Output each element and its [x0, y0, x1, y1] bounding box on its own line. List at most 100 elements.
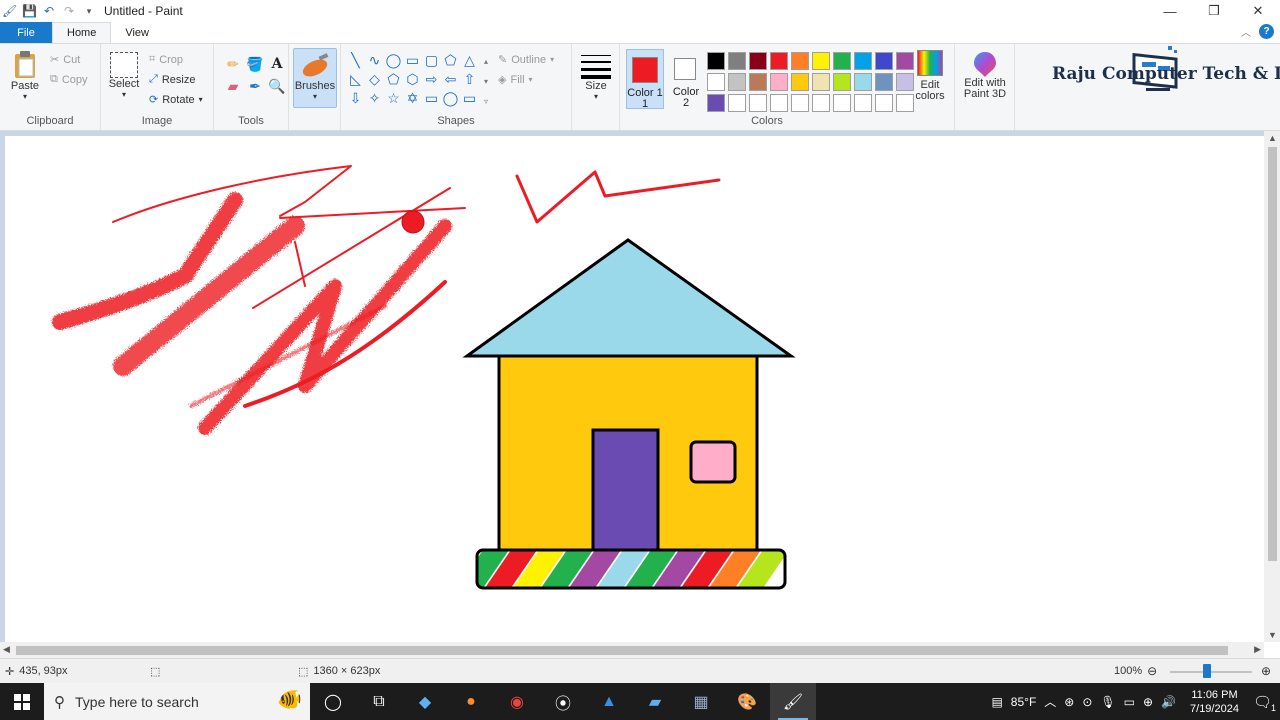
pencil-icon[interactable]: ✏	[222, 56, 244, 78]
shape-item[interactable]: ⇦	[441, 70, 460, 89]
resize-button[interactable]: ⤢ Resize	[149, 73, 195, 86]
chrome-icon[interactable]: ◉	[494, 683, 540, 720]
palette-swatch[interactable]	[812, 52, 830, 70]
redo-icon[interactable]: ↷	[62, 4, 76, 18]
palette-swatch[interactable]	[875, 94, 893, 112]
palette-swatch[interactable]	[770, 52, 788, 70]
notifications-icon[interactable]: 🗨 1	[1253, 693, 1276, 713]
palette-swatch[interactable]	[707, 73, 725, 91]
text-icon[interactable]: A	[266, 56, 288, 78]
shape-item[interactable]: ◇	[365, 70, 384, 89]
palette-swatch[interactable]	[791, 94, 809, 112]
weather-icon[interactable]: ▤	[991, 695, 1002, 709]
fill-button[interactable]: ◈ Fill ▾	[498, 73, 533, 87]
tab-home[interactable]: Home	[52, 22, 112, 43]
palette-swatch[interactable]	[728, 52, 746, 70]
customize-quick-access-icon[interactable]: ▾	[82, 4, 96, 18]
zoom-in-button[interactable]: ⊕	[1261, 664, 1271, 678]
shape-item[interactable]: ⇨	[422, 70, 441, 89]
palette-swatch[interactable]	[812, 94, 830, 112]
help-icon[interactable]: ?	[1259, 24, 1274, 39]
shape-item[interactable]: ▭	[460, 89, 479, 108]
start-button[interactable]	[0, 683, 44, 720]
task-view-icon[interactable]: ⧉	[356, 683, 402, 720]
palette-swatch[interactable]	[854, 52, 872, 70]
palette-swatch[interactable]	[749, 73, 767, 91]
palette-swatch[interactable]	[833, 73, 851, 91]
firefox-icon[interactable]: ●	[448, 683, 494, 720]
undo-icon[interactable]: ↶	[42, 4, 56, 18]
shape-item[interactable]: ▭	[403, 51, 422, 70]
drawing-canvas[interactable]	[5, 136, 1264, 642]
palette-swatch[interactable]	[749, 52, 767, 70]
show-hidden-icons[interactable]: ︿	[1044, 693, 1056, 710]
palette-swatch[interactable]	[833, 52, 851, 70]
palette-swatch[interactable]	[728, 73, 746, 91]
network-icon[interactable]: ⊕	[1143, 695, 1153, 709]
shape-item[interactable]: ╲	[346, 51, 365, 70]
shape-item[interactable]: ◯	[441, 89, 460, 108]
shape-item[interactable]: ⇧	[460, 70, 479, 89]
cortana-icon[interactable]: ◯	[310, 683, 356, 720]
shape-item[interactable]: ⬠	[384, 70, 403, 89]
shapes-gallery[interactable]: ╲ ∿ ◯ ▭ ▢ ⬠ △ ◺ ◇ ⬠ ⬡ ⇨ ⇦ ⇧ ⇩ ✧ ☆ ✡ ▭ ◯ ▭	[346, 51, 486, 108]
restore-button[interactable]: ❐	[1192, 0, 1236, 22]
collapse-ribbon-icon[interactable]: ︿	[1241, 24, 1251, 39]
outline-button[interactable]: ✎ Outline ▾	[498, 53, 554, 67]
magnifier-icon[interactable]: 🔍	[266, 78, 288, 100]
shape-item[interactable]: ⬡	[403, 70, 422, 89]
close-button[interactable]: ✕	[1236, 0, 1280, 22]
crop-button[interactable]: ⌗ Crop	[149, 53, 183, 66]
taskbar-search-box[interactable]: ⚲ Type here to search 🐠	[44, 683, 310, 720]
shape-item[interactable]: ▭	[422, 89, 441, 108]
shape-item[interactable]: ☆	[384, 89, 403, 108]
shape-item[interactable]: ◯	[384, 51, 403, 70]
scroll-down-icon[interactable]: ▼	[1268, 630, 1277, 640]
cut-button[interactable]: ✂ Cut	[50, 53, 80, 67]
app-icon[interactable]: ▲	[586, 683, 632, 720]
palette-swatch[interactable]	[707, 52, 725, 70]
eraser-icon[interactable]: ▰	[222, 78, 244, 100]
rotate-button[interactable]: ⟳ Rotate ▾	[149, 93, 203, 107]
copilot-icon[interactable]: ◆	[402, 683, 448, 720]
palette-swatch[interactable]	[707, 94, 725, 112]
brushes-button[interactable]: Brushes ▾	[293, 48, 337, 108]
shape-item[interactable]: ✧	[365, 89, 384, 108]
tab-file[interactable]: File	[0, 22, 52, 43]
weather-text[interactable]: 85°F	[1011, 695, 1036, 709]
size-button[interactable]: Size ▾	[578, 52, 614, 101]
obs-icon[interactable]: ⦿	[540, 683, 586, 720]
palette-swatch[interactable]	[770, 94, 788, 112]
edit-with-paint3d-button[interactable]: Edit with Paint 3D	[959, 50, 1011, 100]
color-picker-icon[interactable]: ✒	[244, 78, 266, 100]
zoom-slider[interactable]	[1170, 671, 1252, 673]
horizontal-scroll-thumb[interactable]	[16, 646, 1228, 655]
color1-button[interactable]: Color 1 1	[626, 49, 664, 110]
fill-icon[interactable]: 🪣	[244, 56, 266, 78]
tray-app-icon[interactable]: ⊛	[1064, 695, 1074, 709]
vertical-scroll-thumb[interactable]	[1268, 147, 1277, 561]
shape-item[interactable]: ✡	[403, 89, 422, 108]
color2-button[interactable]: Color 2	[667, 49, 705, 109]
scroll-left-icon[interactable]: ◀	[3, 644, 10, 655]
palette-swatch[interactable]	[875, 52, 893, 70]
zoom-slider-thumb[interactable]	[1202, 664, 1211, 678]
minimize-button[interactable]: —	[1148, 0, 1192, 22]
paste-button[interactable]: Paste ▾	[6, 50, 44, 101]
screen-app-icon[interactable]: ▰	[632, 683, 678, 720]
vertical-scrollbar[interactable]: ▲ ▼	[1264, 131, 1280, 642]
palette-swatch[interactable]	[854, 94, 872, 112]
save-icon[interactable]: 💾	[22, 4, 37, 18]
edit-colors-button[interactable]: Edit colors	[910, 50, 950, 102]
palette-swatch[interactable]	[854, 73, 872, 91]
palette-swatch[interactable]	[812, 73, 830, 91]
palette-swatch[interactable]	[749, 94, 767, 112]
palette-swatch[interactable]	[875, 73, 893, 91]
zoom-in-icon[interactable]: ⊕	[1261, 664, 1271, 678]
meet-icon[interactable]: ⊙	[1082, 695, 1092, 709]
microphone-icon[interactable]: 🎙	[1100, 695, 1115, 709]
select-button[interactable]: Select ▾	[107, 52, 141, 99]
shape-item[interactable]: ⬠	[441, 51, 460, 70]
tab-view[interactable]: View	[111, 22, 163, 43]
shape-item[interactable]: △	[460, 51, 479, 70]
